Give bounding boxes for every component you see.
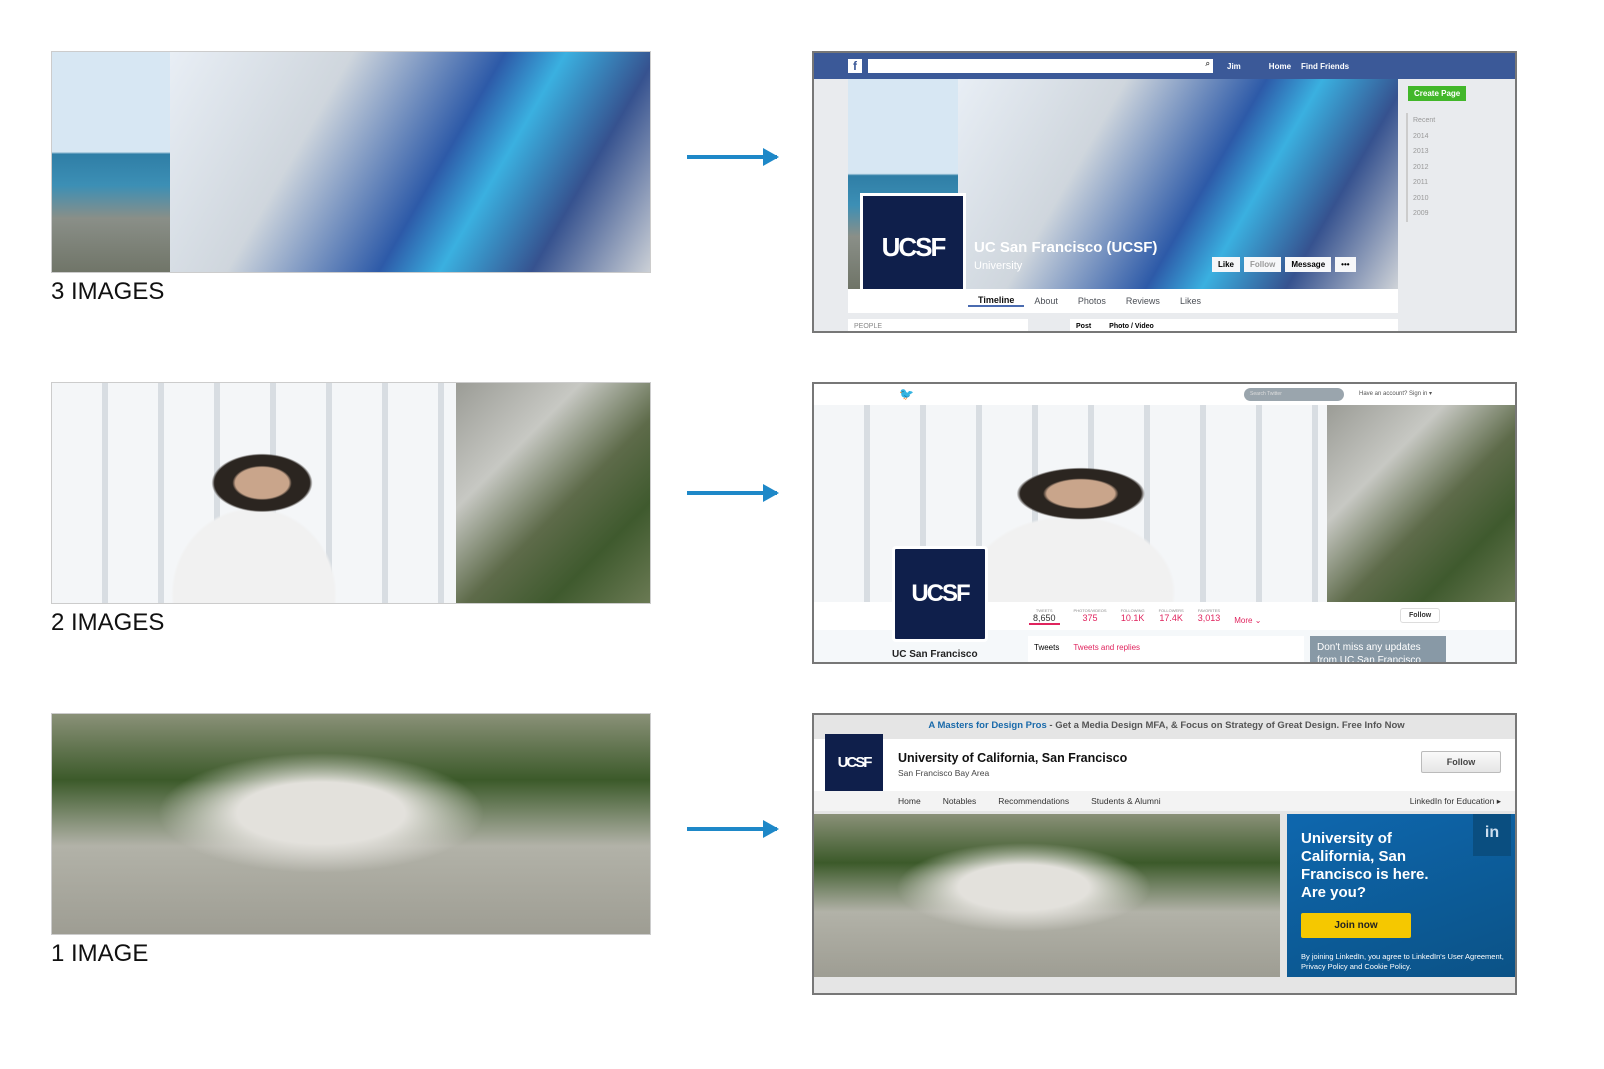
aerial-photo <box>456 383 650 603</box>
search-input[interactable]: ⌕ <box>868 59 1213 73</box>
row-label: 1 IMAGE <box>51 940 149 967</box>
year-item[interactable]: 2009 <box>1413 206 1435 222</box>
profile-logo: UCSF <box>860 193 966 301</box>
stat-tweets[interactable]: TWEETS 8,650 <box>1029 608 1060 625</box>
sign-in-link[interactable]: Have an account? Sign in ▾ <box>1359 390 1432 397</box>
facebook-mockup: f ⌕ Jim Home Find Friends UCSF UC San Fr… <box>812 51 1517 333</box>
year-item[interactable]: 2010 <box>1413 191 1435 207</box>
portrait-photo <box>52 383 456 603</box>
cover-photo <box>814 814 1280 977</box>
user-name[interactable]: Jim <box>1227 62 1241 71</box>
aerial-photo <box>1327 405 1515 602</box>
tab-tweets-replies[interactable]: Tweets and replies <box>1073 643 1140 659</box>
people-box: PEOPLE <box>848 319 1028 331</box>
year-item[interactable]: 2013 <box>1413 144 1435 160</box>
nav-notables[interactable]: Notables <box>943 796 977 806</box>
row-label: 2 IMAGES <box>51 609 165 636</box>
page-category: University <box>974 260 1023 272</box>
source-three-images <box>51 51 651 273</box>
message-button[interactable]: Message <box>1285 257 1332 272</box>
year-item[interactable]: 2012 <box>1413 160 1435 176</box>
company-location: San Francisco Bay Area <box>898 768 990 778</box>
city-photo <box>52 52 170 272</box>
linkedin-mockup: A Masters for Design Pros - Get a Media … <box>812 713 1517 995</box>
page-name: UC San Francisco (UCSF) <box>974 239 1158 256</box>
more-button[interactable]: ••• <box>1335 257 1356 272</box>
stat-photos[interactable]: PHOTOS/VIDEOS 375 <box>1074 608 1107 625</box>
search-input[interactable]: Search Twitter <box>1244 388 1344 401</box>
lab-photo <box>170 52 650 272</box>
twitter-mockup: 🐦 Search Twitter Have an account? Sign i… <box>812 382 1517 664</box>
join-promo: University of California, San Francisco … <box>1287 814 1515 977</box>
nav-find-friends[interactable]: Find Friends <box>1301 62 1349 71</box>
timeline-years: Recent 2014 2013 2012 2011 2010 2009 <box>1406 113 1435 222</box>
company-name: University of California, San Francisco <box>898 751 1128 765</box>
facebook-logo-icon: f <box>848 59 862 73</box>
join-now-button[interactable]: Join now <box>1301 913 1411 938</box>
profile-logo: UCSF <box>892 546 988 642</box>
year-recent[interactable]: Recent <box>1413 113 1435 129</box>
arrow-icon <box>687 820 779 838</box>
tab-timeline[interactable]: Timeline <box>968 295 1025 307</box>
post-button[interactable]: Post <box>1076 323 1091 331</box>
create-page-button[interactable]: Create Page <box>1408 86 1467 101</box>
legal-text: By joining LinkedIn, you agree to Linked… <box>1301 952 1504 971</box>
facebook-top-bar: f ⌕ Jim Home Find Friends <box>814 53 1515 79</box>
page-tabs: Timeline About Photos Reviews Likes <box>848 289 1398 313</box>
photo-video-button[interactable]: Photo / Video <box>1109 323 1154 331</box>
ad-banner[interactable]: A Masters for Design Pros - Get a Media … <box>814 720 1515 731</box>
linkedin-for-education-link[interactable]: LinkedIn for Education ▸ <box>1410 796 1501 807</box>
source-one-image <box>51 713 651 935</box>
nav-recommendations[interactable]: Recommendations <box>998 796 1069 806</box>
tab-about[interactable]: About <box>1024 296 1068 306</box>
stat-favorites[interactable]: FAVORITES 3,013 <box>1198 608 1221 625</box>
like-button[interactable]: Like <box>1212 257 1241 272</box>
twitter-top-bar: 🐦 Search Twitter Have an account? Sign i… <box>814 384 1515 405</box>
nav-home[interactable]: Home <box>898 796 921 806</box>
follow-button[interactable]: Follow <box>1244 257 1282 272</box>
follow-button[interactable]: Follow <box>1421 751 1501 773</box>
signup-promo: Don't miss any updates from UC San Franc… <box>1310 636 1446 662</box>
arrow-icon <box>687 484 779 502</box>
arrow-icon <box>687 148 779 166</box>
year-item[interactable]: 2014 <box>1413 129 1435 145</box>
header-photo <box>814 405 1327 602</box>
follow-button[interactable]: Follow <box>1400 608 1441 623</box>
twitter-bird-icon: 🐦 <box>899 387 914 401</box>
linkedin-logo-icon: in <box>1473 814 1511 856</box>
row-label: 3 IMAGES <box>51 278 165 305</box>
profile-name: UC San Francisco <box>892 649 978 660</box>
profile-stats: TWEETS 8,650 PHOTOS/VIDEOS 375 FOLLOWING 10… <box>1029 608 1261 625</box>
year-item[interactable]: 2011 <box>1413 175 1435 191</box>
tab-tweets[interactable]: Tweets <box>1034 643 1059 659</box>
more-menu[interactable]: More ⌄ <box>1234 608 1261 625</box>
nav-students-alumni[interactable]: Students & Alumni <box>1091 796 1160 806</box>
nav-home[interactable]: Home <box>1269 62 1291 71</box>
company-logo: UCSF <box>825 734 883 791</box>
tab-photos[interactable]: Photos <box>1068 296 1116 306</box>
stat-followers[interactable]: FOLLOWERS 17.4K <box>1159 608 1184 625</box>
tab-reviews[interactable]: Reviews <box>1116 296 1170 306</box>
tab-likes[interactable]: Likes <box>1170 296 1211 306</box>
stat-following[interactable]: FOLLOWING 10.1K <box>1121 608 1145 625</box>
source-two-images <box>51 382 651 604</box>
